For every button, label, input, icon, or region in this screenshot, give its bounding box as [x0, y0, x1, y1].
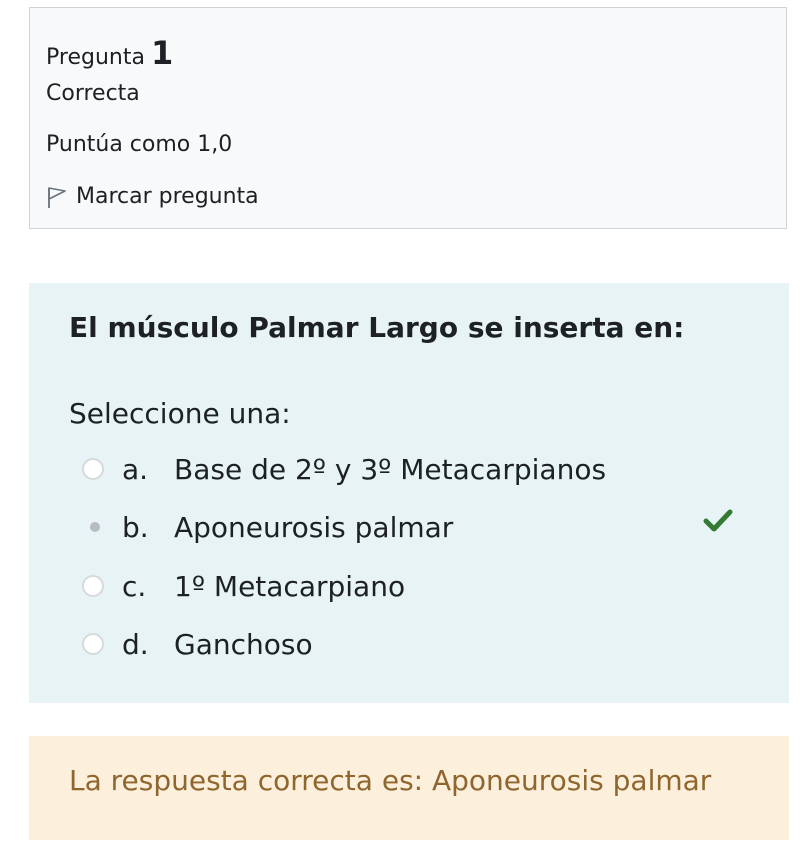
answer-option-c[interactable]: c. 1º Metacarpiano [82, 568, 405, 604]
option-letter: c. [122, 569, 147, 603]
radio-a[interactable] [82, 458, 104, 480]
option-label: Base de 2º y 3º Metacarpianos [174, 452, 607, 486]
question-info-panel: Pregunta 1 Correcta Puntúa como 1,0 Marca… [29, 7, 787, 229]
select-one-prompt: Seleccione una: [69, 397, 291, 430]
question-state: Correcta [46, 81, 140, 106]
correct-answer-text: La respuesta correcta es: Aponeurosis pa… [69, 764, 712, 797]
question-text: El músculo Palmar Largo se inserta en: [69, 311, 685, 344]
flag-question-label: Marcar pregunta [76, 184, 259, 209]
option-letter: a. [122, 452, 149, 486]
option-label: Aponeurosis palmar [174, 510, 454, 544]
radio-b-selected[interactable] [90, 522, 100, 532]
option-letter: b. [122, 510, 149, 544]
answer-option-d[interactable]: d. Ganchoso [82, 626, 313, 662]
checkmark-icon [703, 509, 733, 532]
flag-outline-icon [48, 186, 66, 208]
option-label: 1º Metacarpiano [174, 569, 406, 603]
option-letter: d. [122, 627, 149, 661]
answer-option-a[interactable]: a. Base de 2º y 3º Metacarpianos [82, 451, 606, 487]
question-content-panel: El músculo Palmar Largo se inserta en: S… [29, 283, 789, 703]
answer-option-b[interactable]: b. Aponeurosis palmar [82, 509, 453, 545]
radio-d[interactable] [82, 633, 104, 655]
radio-c[interactable] [82, 575, 104, 597]
flag-question-link[interactable]: Marcar pregunta [46, 184, 259, 209]
correct-answer-feedback: La respuesta correcta es: Aponeurosis pa… [29, 736, 789, 840]
question-number: 1 [150, 34, 174, 72]
option-label: Ganchoso [174, 627, 313, 661]
question-grade: Puntúa como 1,0 [46, 132, 233, 157]
question-label: Pregunta [46, 45, 145, 70]
question-number-title: Pregunta 1 [46, 34, 173, 72]
